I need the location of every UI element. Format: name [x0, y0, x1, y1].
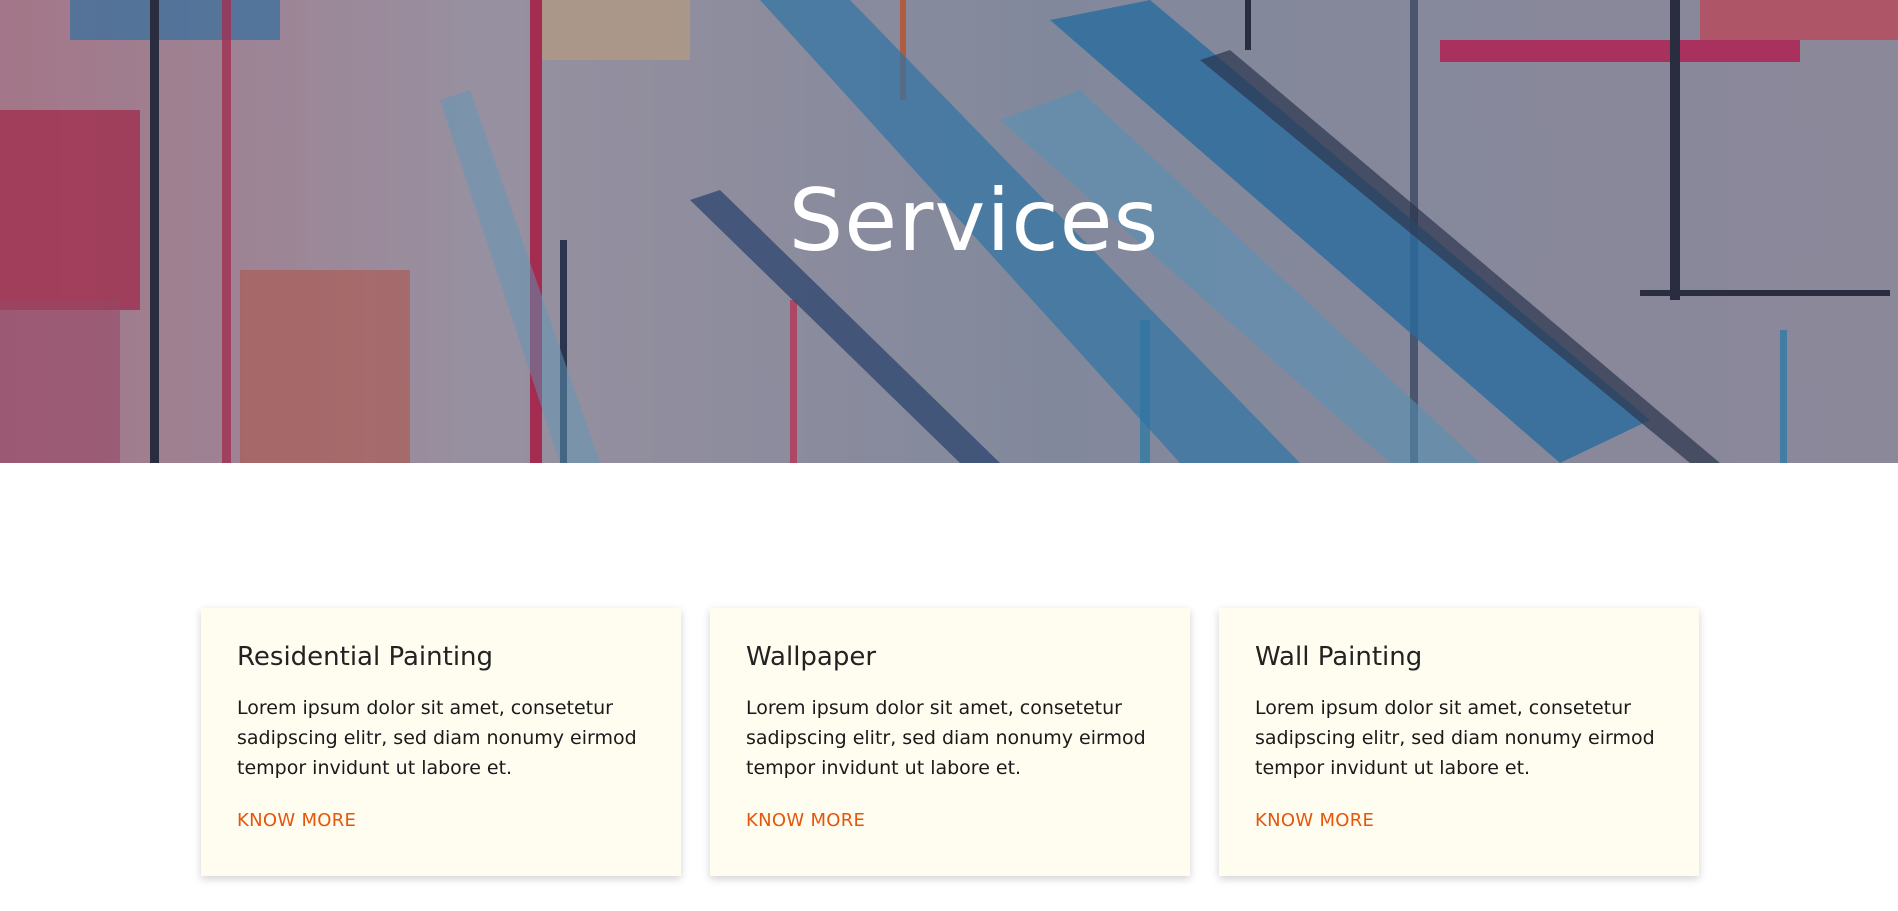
service-card-title: Residential Painting — [237, 642, 494, 672]
service-cards: Residential Painting Lorem ipsum dolor s… — [201, 608, 1699, 876]
service-card-residential-painting: Residential Painting Lorem ipsum dolor s… — [201, 608, 681, 876]
know-more-link[interactable]: KNOW MORE — [1255, 810, 1374, 831]
page-title: Services — [788, 171, 1160, 271]
know-more-link[interactable]: KNOW MORE — [746, 810, 865, 831]
service-card-wall-painting: Wall Painting Lorem ipsum dolor sit amet… — [1219, 608, 1699, 876]
service-card-title: Wallpaper — [746, 642, 877, 672]
service-card-description: Lorem ipsum dolor sit amet, consetetur s… — [237, 697, 637, 780]
service-card-description: Lorem ipsum dolor sit amet, consetetur s… — [1255, 697, 1655, 780]
service-card-wallpaper: Wallpaper Lorem ipsum dolor sit amet, co… — [710, 608, 1190, 876]
hero-banner: Services — [0, 0, 1898, 463]
know-more-link[interactable]: KNOW MORE — [237, 810, 356, 831]
service-card-description: Lorem ipsum dolor sit amet, consetetur s… — [746, 697, 1146, 780]
service-card-title: Wall Painting — [1255, 642, 1423, 672]
services-section: Residential Painting Lorem ipsum dolor s… — [0, 463, 1898, 911]
